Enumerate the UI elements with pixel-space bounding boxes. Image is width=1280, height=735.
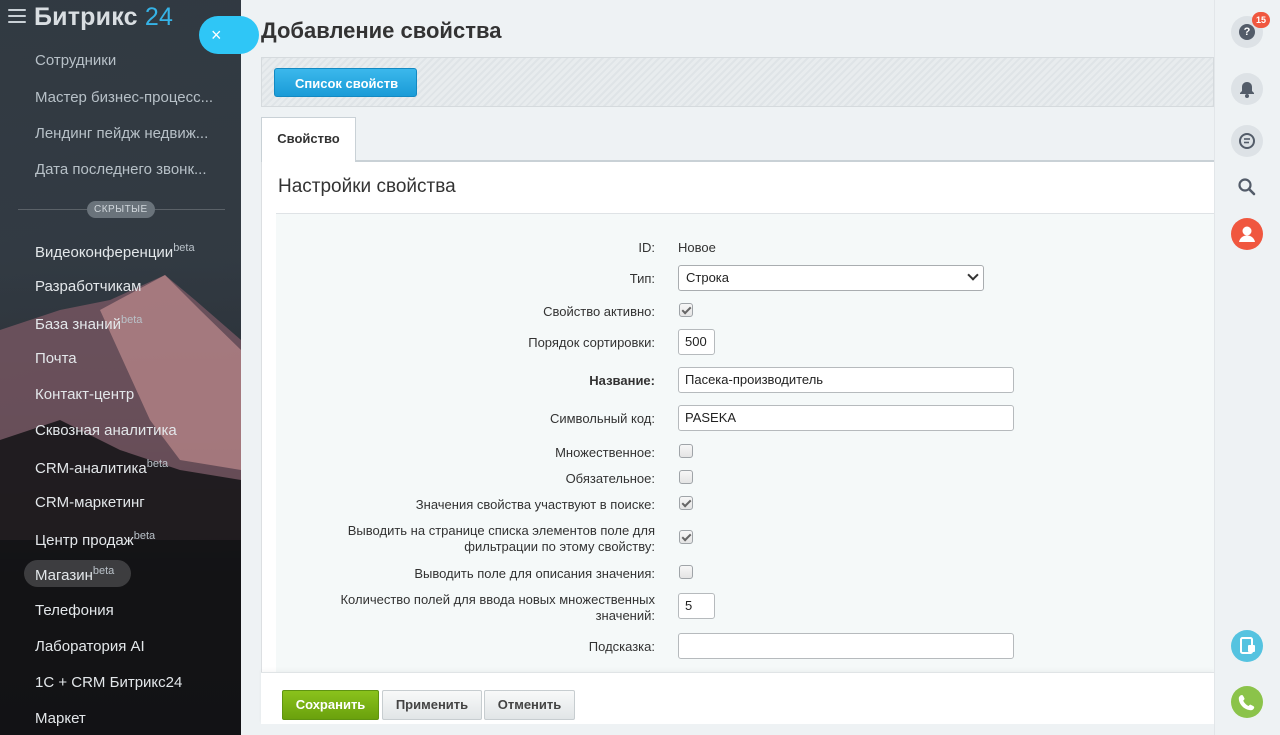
- id-value: Новое: [678, 240, 716, 255]
- sidebar-item-employees[interactable]: Сотрудники: [35, 52, 116, 69]
- sidebar: Битрикс 24 Сотрудники Мастер бизнес-проц…: [0, 0, 241, 735]
- name-input[interactable]: Пасека-производитель: [678, 367, 1014, 393]
- sidebar-item-video[interactable]: Видеоконференцииbeta: [35, 242, 195, 261]
- form-content: Настройки свойства ID: Новое Тип: Строка…: [261, 162, 1214, 672]
- count-label: Количество полей для ввода новых множест…: [340, 592, 655, 623]
- filter-label: Выводить на странице списка элементов по…: [347, 523, 655, 554]
- sidebar-item-bp-master[interactable]: Мастер бизнес-процесс...: [35, 89, 213, 106]
- sidebar-item-telephony[interactable]: Телефония: [35, 602, 114, 619]
- form-footer: Сохранить Применить Отменить: [261, 672, 1214, 724]
- sidebar-item-knowledge[interactable]: База знанийbeta: [35, 314, 142, 333]
- sidebar-item-crm-analytics[interactable]: CRM-аналитикаbeta: [35, 458, 168, 477]
- sidebar-item-last-call[interactable]: Дата последнего звонк...: [35, 161, 207, 178]
- sidebar-item-crm-marketing[interactable]: CRM-маркетинг: [35, 494, 145, 511]
- chevron-down-icon: [967, 269, 979, 281]
- count-input[interactable]: 5: [678, 593, 715, 619]
- sidebar-item-ai-lab[interactable]: Лаборатория AI: [35, 638, 145, 655]
- type-select-value: Строка: [686, 270, 730, 285]
- active-checkbox[interactable]: [679, 303, 693, 317]
- sidebar-item-mail[interactable]: Почта: [35, 350, 77, 367]
- hint-input[interactable]: [678, 633, 1014, 659]
- sort-input[interactable]: 500: [678, 329, 715, 355]
- right-panel: ? 15: [1214, 0, 1280, 735]
- tab-bar: Свойство: [261, 117, 1214, 162]
- sidebar-item-contact-center[interactable]: Контакт-центр: [35, 386, 134, 403]
- sidebar-item-landing[interactable]: Лендинг пейдж недвиж...: [35, 125, 208, 142]
- sidebar-item-developers[interactable]: Разработчикам: [35, 278, 141, 295]
- cancel-button[interactable]: Отменить: [484, 690, 575, 720]
- apply-button[interactable]: Применить: [382, 690, 482, 720]
- hint-label: Подсказка:: [588, 639, 655, 654]
- main-panel: Добавление свойства Список свойств Свойс…: [241, 0, 1214, 735]
- help-icon[interactable]: ? 15: [1231, 12, 1271, 48]
- desc-checkbox[interactable]: [679, 565, 693, 579]
- type-select[interactable]: Строка: [678, 265, 984, 291]
- code-label: Символьный код:: [549, 411, 655, 426]
- sidebar-item-market[interactable]: Маркет: [35, 710, 86, 727]
- document-icon[interactable]: [1231, 630, 1263, 662]
- section-title: Настройки свойства: [278, 176, 456, 197]
- filter-checkbox[interactable]: [679, 530, 693, 544]
- multiple-checkbox[interactable]: [679, 444, 693, 458]
- multiple-label: Множественное:: [555, 445, 655, 460]
- page-title: Добавление свойства: [261, 18, 502, 43]
- chat-icon[interactable]: [1231, 125, 1263, 157]
- name-label: Название:: [589, 373, 655, 388]
- property-list-button[interactable]: Список свойств: [274, 68, 418, 97]
- sidebar-item-1c[interactable]: 1С + CRM Битрикс24: [35, 674, 182, 691]
- code-input[interactable]: PASEKA: [678, 405, 1014, 431]
- help-glyph: ?: [1239, 24, 1255, 40]
- required-label: Обязательное:: [565, 471, 655, 486]
- sort-label: Порядок сортировки:: [528, 335, 655, 350]
- active-label: Свойство активно:: [543, 304, 655, 319]
- id-label: ID:: [638, 240, 655, 255]
- sidebar-item-shop[interactable]: Магазинbeta: [35, 565, 114, 584]
- help-badge: 15: [1252, 12, 1271, 28]
- search-label: Значения свойства участвуют в поиске:: [415, 497, 655, 512]
- sidebar-item-sales-center[interactable]: Центр продажbeta: [35, 530, 155, 549]
- sidebar-item-analytics[interactable]: Сквозная аналитика: [35, 422, 177, 439]
- search-icon[interactable]: [1231, 171, 1263, 203]
- bell-icon[interactable]: [1231, 73, 1263, 105]
- desc-label: Выводить поле для описания значения:: [414, 566, 655, 581]
- required-checkbox[interactable]: [679, 470, 693, 484]
- save-button[interactable]: Сохранить: [282, 690, 379, 720]
- logo[interactable]: Битрикс 24: [34, 3, 173, 32]
- tab-property[interactable]: Свойство: [261, 117, 356, 162]
- phone-icon[interactable]: [1231, 686, 1263, 718]
- user-avatar-icon[interactable]: [1231, 218, 1263, 250]
- hidden-items-toggle[interactable]: СКРЫТЫЕ: [87, 201, 155, 218]
- mountain-background: [0, 275, 241, 735]
- search-checkbox[interactable]: [679, 496, 693, 510]
- menu-burger-icon[interactable]: [8, 9, 26, 23]
- form-area: ID: Новое Тип: Строка Свойство активно: …: [276, 214, 1214, 672]
- type-label: Тип:: [629, 271, 655, 286]
- close-slider-button[interactable]: ×: [199, 16, 259, 54]
- toolbar: Список свойств: [261, 57, 1214, 107]
